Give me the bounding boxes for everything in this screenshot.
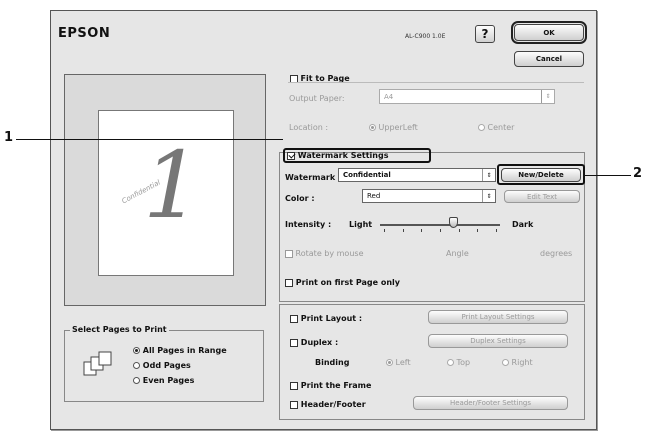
- slider-tick: [458, 229, 460, 232]
- duplex-label: Duplex :: [300, 338, 339, 347]
- cancel-button[interactable]: Cancel: [514, 51, 584, 67]
- binding-label: Binding: [315, 358, 350, 367]
- location-center-radio[interactable]: [478, 124, 485, 131]
- pages-even-radio[interactable]: [133, 377, 140, 384]
- print-frame-label: Print the Frame: [300, 381, 372, 390]
- pages-odd-radio[interactable]: [133, 362, 140, 369]
- rotate-row[interactable]: Rotate by mouse: [285, 249, 363, 258]
- chevron-updown-icon: ⇕: [541, 90, 554, 103]
- pages-odd-option[interactable]: Odd Pages: [133, 361, 191, 370]
- binding-left-option[interactable]: Left: [386, 358, 411, 367]
- pages-stack-icon: [82, 350, 116, 378]
- print-layout-label: Print Layout :: [300, 314, 363, 323]
- angle-label: Angle: [446, 249, 469, 258]
- slider-tick: [477, 229, 479, 232]
- select-pages-title: Select Pages to Print: [70, 325, 169, 334]
- slider-tick: [440, 229, 441, 232]
- print-frame-row[interactable]: Print the Frame: [290, 381, 371, 390]
- header-footer-label: Header/Footer: [300, 400, 366, 409]
- location-center-option[interactable]: Center: [478, 123, 514, 132]
- location-upperleft-option[interactable]: UpperLeft: [369, 123, 418, 132]
- binding-top-option[interactable]: Top: [447, 358, 470, 367]
- color-select[interactable]: Red ⇕: [362, 189, 496, 203]
- pages-even-option[interactable]: Even Pages: [133, 376, 194, 385]
- first-page-row[interactable]: Print on first Page only: [285, 278, 400, 287]
- degrees-label: degrees: [540, 249, 573, 258]
- slider-tick: [384, 229, 385, 232]
- color-value: Red: [367, 192, 381, 200]
- duplex-checkbox[interactable]: [290, 338, 298, 347]
- callout-2-line: [585, 175, 631, 176]
- pages-all-radio[interactable]: [133, 347, 140, 354]
- watermark-label: Watermark :: [285, 173, 342, 182]
- intensity-light-label: Light: [349, 220, 373, 229]
- color-label: Color :: [285, 194, 315, 203]
- edit-text-button[interactable]: Edit Text: [504, 190, 580, 203]
- header-footer-row[interactable]: Header/Footer: [290, 400, 366, 409]
- intensity-slider[interactable]: [380, 217, 500, 234]
- watermark-settings-row[interactable]: Watermark Settings: [287, 151, 388, 160]
- slider-tick: [496, 229, 497, 232]
- output-paper-label: Output Paper:: [289, 94, 345, 103]
- output-paper-value: A4: [384, 92, 394, 101]
- brand-logo: EPSON: [58, 26, 111, 41]
- chevron-updown-icon: ⇕: [482, 190, 495, 202]
- intensity-label: Intensity :: [285, 220, 332, 229]
- print-layout-checkbox[interactable]: [290, 314, 298, 323]
- binding-right-option[interactable]: Right: [502, 358, 533, 367]
- binding-top-radio[interactable]: [447, 359, 454, 366]
- callout-1-number: 1: [4, 130, 14, 145]
- rotate-checkbox[interactable]: [285, 249, 293, 258]
- rotate-label: Rotate by mouse: [295, 249, 364, 258]
- new-delete-button[interactable]: New/Delete: [501, 168, 581, 182]
- slider-thumb[interactable]: [448, 217, 458, 228]
- slider-tick: [402, 229, 404, 232]
- watermark-settings-label: Watermark Settings: [297, 151, 389, 160]
- first-page-checkbox[interactable]: [285, 278, 293, 287]
- divider: [288, 82, 584, 83]
- output-paper-select[interactable]: A4 ⇕: [379, 89, 555, 104]
- header-footer-settings-button[interactable]: Header/Footer Settings: [413, 396, 568, 410]
- binding-right-radio[interactable]: [502, 359, 509, 366]
- watermark-value: Confidential: [343, 171, 391, 179]
- location-label: Location :: [289, 123, 329, 132]
- chevron-updown-icon: ⇕: [482, 169, 495, 181]
- print-layout-row[interactable]: Print Layout :: [290, 314, 362, 323]
- driver-version: AL-C900 1.0E: [405, 33, 446, 40]
- slider-track: [380, 224, 500, 226]
- header-footer-checkbox[interactable]: [290, 400, 298, 409]
- duplex-settings-button[interactable]: Duplex Settings: [428, 334, 568, 348]
- duplex-row[interactable]: Duplex :: [290, 338, 338, 347]
- ok-button[interactable]: OK: [511, 21, 587, 44]
- print-frame-checkbox[interactable]: [290, 381, 298, 390]
- help-button[interactable]: ?: [475, 25, 495, 43]
- callout-2-number: 2: [633, 166, 643, 181]
- pages-all-option[interactable]: All Pages in Range: [133, 346, 227, 355]
- location-upperleft-radio[interactable]: [369, 124, 376, 131]
- first-page-label: Print on first Page only: [295, 278, 401, 287]
- intensity-dark-label: Dark: [512, 220, 534, 229]
- watermark-settings-checkbox[interactable]: [287, 151, 295, 160]
- watermark-select[interactable]: Confidential ⇕: [338, 168, 496, 182]
- callout-1-line: [16, 139, 283, 140]
- slider-tick: [421, 229, 423, 232]
- binding-left-radio[interactable]: [386, 359, 393, 366]
- print-layout-settings-button[interactable]: Print Layout Settings: [428, 310, 568, 324]
